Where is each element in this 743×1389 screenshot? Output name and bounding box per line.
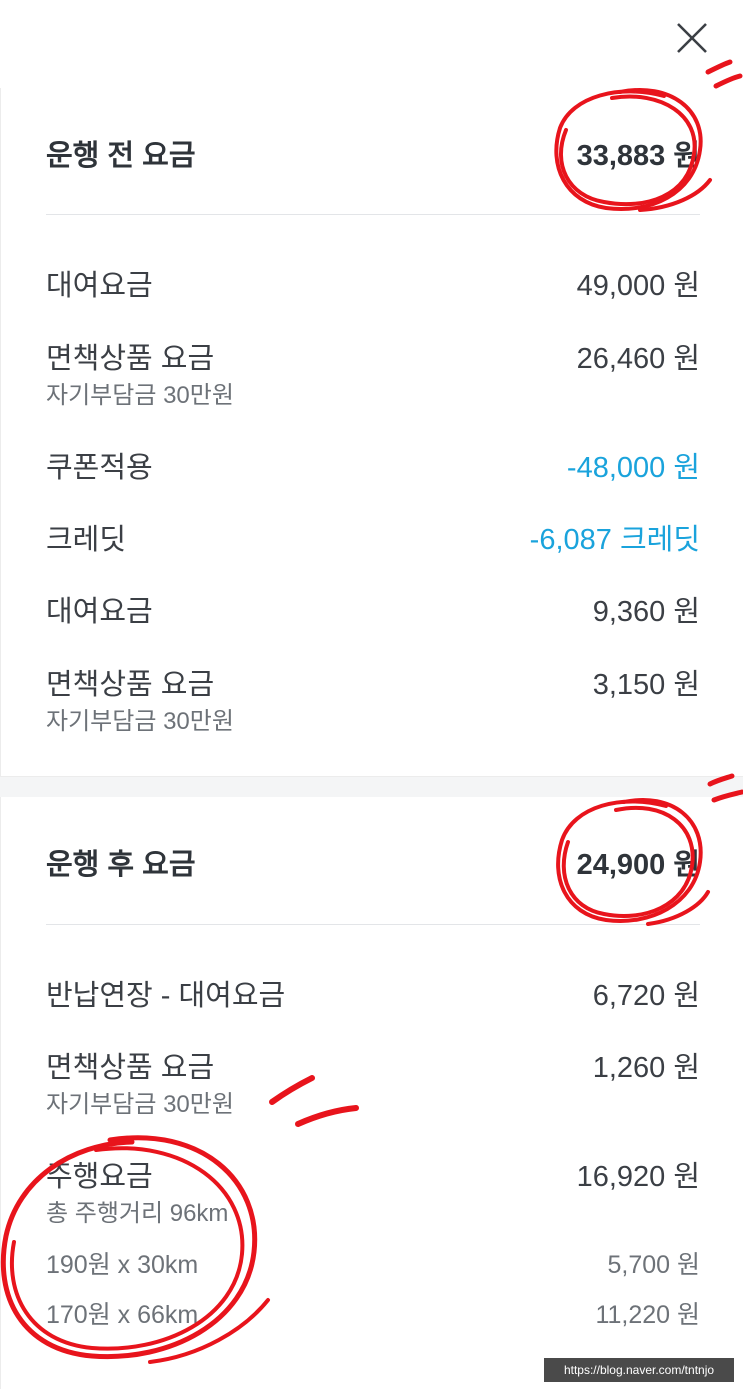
fee-item-value: -48,000 원 [566,452,700,484]
fee-item-label: 주행요금 [46,1161,153,1193]
annotation-dash [713,73,743,89]
breakdown-value: 11,220 원 [595,1301,700,1329]
fee-item-label: 면책상품 요금 [46,343,215,375]
fee-item-label: 대여요금 [46,596,153,628]
fee-item-label: 쿠폰적용 [46,452,153,484]
fee-item-value: 6,720 원 [592,980,700,1012]
post-ride-fee-title: 운행 후 요금 [46,849,196,881]
post-ride-fee-total: 24,900 원 [576,849,700,881]
fee-item-value: 9,360 원 [592,596,700,628]
fee-item-sublabel: 자기부담금 30만원 [46,708,234,735]
breakdown-label: 190원 x 30km [46,1251,199,1279]
divider [46,924,700,925]
fee-item-value: 26,460 원 [576,343,700,375]
fee-item-sublabel: 자기부담금 30만원 [46,382,234,409]
breakdown-value: 5,700 원 [607,1251,700,1279]
close-button[interactable] [672,18,712,58]
breakdown-label: 170원 x 66km [46,1301,199,1329]
divider [46,214,700,215]
post-ride-fee-card: 운행 후 요금 24,900 원 반납연장 - 대여요금 6,720 원 면책상… [0,797,743,1389]
watermark: https://blog.naver.com/tntnjo [544,1358,734,1382]
pre-ride-fee-title: 운행 전 요금 [46,140,196,172]
fee-item-sublabel: 총 주행거리 96km [46,1200,229,1227]
fee-item-value: 1,260 원 [592,1052,700,1084]
pre-ride-fee-total: 33,883 원 [576,140,700,172]
section-gap [0,776,743,798]
fee-item-value: 49,000 원 [576,270,700,302]
fee-item-label: 면책상품 요금 [46,1052,215,1084]
fee-item-label: 면책상품 요금 [46,669,215,701]
annotation-dash [705,59,733,75]
fee-item-value: 16,920 원 [576,1161,700,1193]
fee-item-value: -6,087 크레딧 [529,524,700,556]
fee-item-value: 3,150 원 [592,669,700,701]
close-icon [677,23,707,53]
fee-item-sublabel: 자기부담금 30만원 [46,1091,234,1118]
fee-item-label: 대여요금 [46,270,153,302]
fee-item-label: 반납연장 - 대여요금 [46,980,286,1012]
fee-item-label: 크레딧 [46,524,127,556]
pre-ride-fee-card: 운행 전 요금 33,883 원 대여요금 49,000 원 면책상품 요금 자… [0,88,743,776]
